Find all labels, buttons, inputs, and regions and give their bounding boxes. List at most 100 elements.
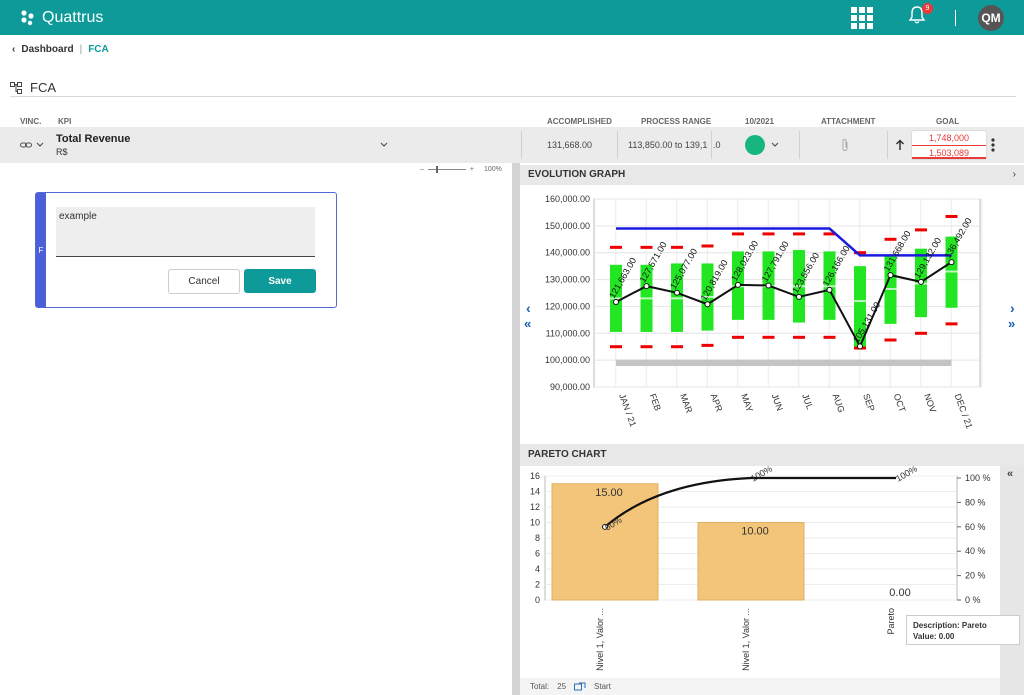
x-tick-label: DEC / 21 (953, 392, 975, 430)
total-label: Total: (530, 682, 550, 691)
link-icon[interactable] (20, 140, 32, 150)
y2-tick-label: 60 % (965, 522, 986, 532)
zoom-slider-handle[interactable] (435, 166, 438, 173)
pareto-footer: Total: 25 Start (520, 678, 1000, 695)
lower-limit-mark (701, 343, 714, 347)
chevron-down-icon[interactable] (36, 142, 44, 148)
notifications-button[interactable]: 9 (907, 3, 933, 30)
x-tick-label: NOV (922, 392, 938, 414)
pareto-side-panel[interactable]: « (1000, 466, 1024, 695)
panel-splitter[interactable] (512, 163, 520, 695)
x-tick-label: AUG (831, 392, 847, 414)
collapse-icon[interactable]: « (1007, 468, 1013, 480)
bar-value-label: 0.00 (889, 587, 910, 599)
save-button[interactable]: Save (244, 269, 316, 293)
upper-limit-mark (732, 232, 744, 236)
column-divider (799, 131, 800, 159)
cancel-button[interactable]: Cancel (168, 269, 240, 294)
y-tick-label: 2 (535, 580, 540, 590)
start-link[interactable]: Start (594, 682, 611, 691)
status-chevron-icon[interactable] (771, 142, 779, 148)
upper-limit-mark (915, 228, 927, 232)
quattrus-logo-icon (21, 9, 34, 25)
y-tick-label: 0 (535, 595, 540, 605)
lower-limit-mark (884, 338, 897, 342)
header-attachment: ATTACHMENT (821, 117, 876, 126)
paperclip-icon[interactable] (840, 138, 850, 152)
total-value: 25 (557, 682, 567, 691)
bar-value-label: 10.00 (741, 526, 769, 538)
x-tick-label: JUN (770, 392, 785, 412)
chart-tooltip: Description: Pareto Value: 0.00 (906, 615, 1020, 645)
lower-limit-mark (671, 345, 683, 349)
column-divider (711, 131, 712, 159)
header-vinc: VINC. (20, 117, 42, 126)
lower-limit-mark (945, 322, 958, 326)
y-tick-label: 8 (535, 533, 540, 543)
pareto-chart-header: PARETO CHART (520, 444, 1024, 466)
evolution-chart: 90,000.00 100,000.00 110,000.00 120,000.00 1… (524, 194, 1015, 430)
breadcrumb: ‹ Dashboard | FCA (12, 44, 109, 55)
back-chevron-icon[interactable]: ‹ (12, 44, 15, 55)
evolution-graph-title: EVOLUTION GRAPH (528, 169, 626, 180)
y2-tick-label: 40 % (965, 546, 986, 556)
apps-grid-icon[interactable] (851, 6, 873, 29)
tooltip-value: Value: 0.00 (913, 632, 955, 641)
y-tick-label: 6 (535, 549, 540, 559)
x-tick-label: APR (709, 392, 725, 413)
header-goal: GOAL (936, 117, 960, 126)
column-divider (887, 131, 888, 159)
hierarchy-icon (10, 81, 22, 94)
zoom-out-button[interactable]: – (420, 166, 424, 173)
arrow-up-icon (895, 139, 905, 150)
x-tick-label: Nivel 1, Valor ... (595, 608, 605, 671)
upper-limit-mark (762, 232, 775, 236)
app-logo[interactable]: Quattrus (20, 9, 103, 27)
app-title: Quattrus (42, 8, 104, 26)
kpi-unit: R$ (56, 147, 68, 157)
column-divider (617, 131, 618, 159)
y-tick-label: 120,000.00 (545, 301, 590, 311)
more-options-icon[interactable] (990, 137, 996, 153)
upper-limit-mark (610, 245, 622, 249)
lower-limit-mark (640, 345, 653, 349)
breadcrumb-current: FCA (88, 44, 109, 55)
upper-limit-mark (671, 245, 683, 249)
baseline-band (616, 359, 952, 367)
y-tick-label: 110,000.00 (546, 328, 590, 338)
x-tick-label: FEB (648, 392, 663, 412)
evolution-graph-panel: 90,000.00 100,000.00 110,000.00 120,000.00 1… (520, 185, 1024, 443)
status-indicator[interactable] (745, 135, 765, 155)
notification-count-badge: 9 (922, 3, 933, 14)
zoom-slider[interactable] (427, 166, 466, 173)
header-period: 10/2021 (745, 117, 774, 126)
start-icon[interactable] (574, 682, 586, 691)
header-accomplished: ACCOMPLISHED (547, 117, 612, 126)
y-tick-label: 100,000.00 (545, 355, 590, 365)
kpi-name: Total Revenue (56, 133, 131, 145)
y2-tick-label: 100 % (965, 473, 991, 483)
first-chevron-icon: « (524, 316, 531, 331)
zoom-in-button[interactable]: + (470, 166, 474, 173)
tooltip-description: Description: Pareto (913, 621, 987, 630)
kpi-dropdown-chevron-icon[interactable] (380, 142, 388, 148)
user-avatar[interactable]: QM (978, 4, 1004, 31)
header-kpi: KPI (58, 117, 72, 126)
breadcrumb-dashboard-link[interactable]: Dashboard (21, 44, 73, 55)
kpi-row[interactable]: Total Revenue R$ 131,668.00 113,850.00 t… (0, 127, 1024, 163)
zoom-level: 100% (484, 166, 502, 173)
column-divider (521, 131, 522, 159)
accomplished-value: 131,668.00 (547, 140, 593, 150)
goal-bottom-value: 1,503,089 (912, 145, 986, 159)
pareto-bar (551, 483, 659, 601)
y2-tick-label: 0 % (965, 595, 981, 605)
goal-values: 1,748,000 1,503,089 (911, 130, 987, 160)
comment-editor-card: F example Cancel Save (35, 192, 337, 308)
y-tick-label: 130,000.00 (545, 275, 590, 285)
title-divider (10, 96, 1016, 97)
upper-limit-mark (793, 232, 805, 236)
top-bar: Quattrus 9 QM (0, 0, 1024, 35)
expand-chevron-icon[interactable]: › (1013, 165, 1016, 185)
upper-limit-mark (701, 244, 714, 248)
comment-textarea[interactable]: example (56, 207, 315, 257)
